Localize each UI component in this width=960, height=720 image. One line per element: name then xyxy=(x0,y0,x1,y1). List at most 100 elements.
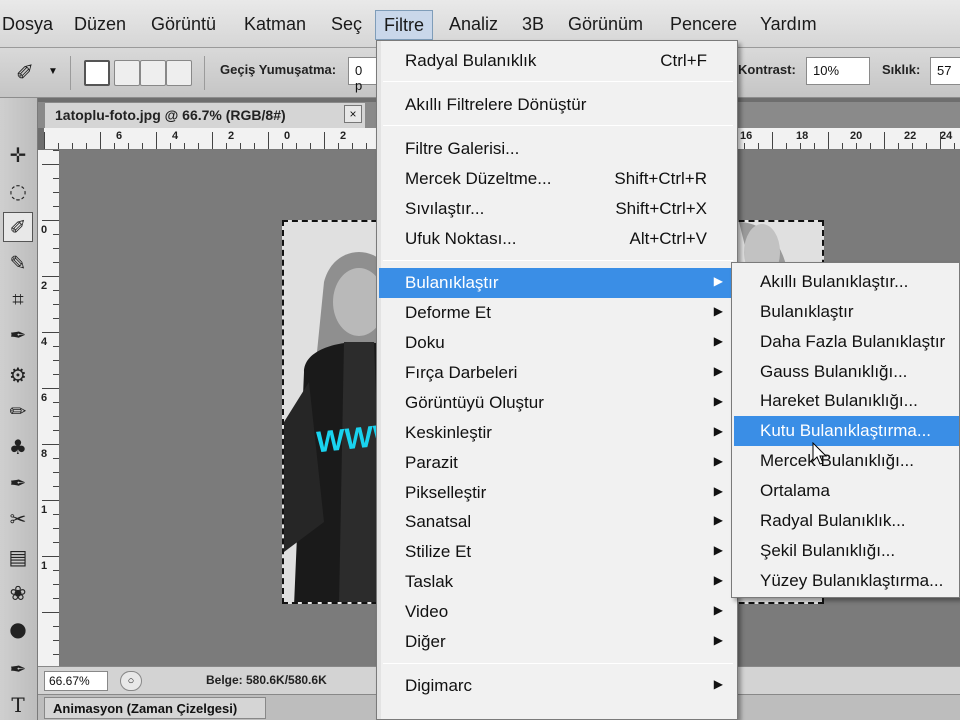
ruler-tick xyxy=(212,132,213,149)
menu-sec[interactable]: Seç xyxy=(323,10,370,40)
menu-duzen[interactable]: Düzen xyxy=(66,10,134,40)
lasso-preset-icon[interactable]: ✐ xyxy=(10,58,40,88)
menu-katman[interactable]: Katman xyxy=(236,10,314,40)
ruler-tick xyxy=(72,143,73,149)
submenu-item-bulaniklastir[interactable]: Bulanıklaştır xyxy=(734,297,959,327)
menu-item-mercek-duzeltme[interactable]: Mercek Düzeltme... Shift+Ctrl+R xyxy=(379,164,735,194)
menu-item-ufuk-noktasi[interactable]: Ufuk Noktası... Alt+Ctrl+V xyxy=(379,224,735,254)
brush-tool-icon[interactable]: ✏ xyxy=(3,396,33,426)
ruler-tick xyxy=(338,143,339,149)
feather-input[interactable]: 0 p xyxy=(348,57,378,93)
eraser-tool-icon[interactable]: ✂ xyxy=(3,504,33,534)
submenu-item-ortalama[interactable]: Ortalama xyxy=(734,476,959,506)
submenu-arrow-icon: ▶ xyxy=(713,274,723,288)
status-menu-icon[interactable]: ○ xyxy=(120,671,142,691)
menu-item-doku[interactable]: Doku ▶ xyxy=(379,328,735,358)
frequency-label: Sıklık: xyxy=(882,62,921,77)
submenu-item-radyal-bulaniklik[interactable]: Radyal Bulanıklık... xyxy=(734,506,959,536)
quick-select-tool-icon[interactable]: ✎ xyxy=(3,248,33,278)
submenu-item-akilli-bulaniklastir[interactable]: Akıllı Bulanıklaştır... xyxy=(734,267,959,297)
menu-item-parazit[interactable]: Parazit ▶ xyxy=(379,448,735,478)
animation-panel-tab[interactable]: Animasyon (Zaman Çizelgesi) xyxy=(44,697,266,719)
menu-item-digimarc[interactable]: Digimarc ▶ xyxy=(379,671,735,701)
document-tab[interactable]: 1atoplu-foto.jpg @ 66.7% (RGB/8#) xyxy=(44,102,366,128)
ruler-number: 4 xyxy=(172,130,179,142)
ruler-tick xyxy=(800,143,801,149)
ruler-tick xyxy=(156,132,157,149)
ruler-tick xyxy=(884,132,885,149)
menu-item-bulaniklastir[interactable]: Bulanıklaştır ▶ xyxy=(379,268,735,298)
menu-item-goruntuyu-olustur[interactable]: Görüntüyü Oluştur ▶ xyxy=(379,388,735,418)
menu-3b[interactable]: 3B xyxy=(514,10,552,40)
menu-item-keskinlestir[interactable]: Keskinleştir ▶ xyxy=(379,418,735,448)
contrast-input[interactable]: 10% xyxy=(806,57,870,85)
close-icon[interactable]: × xyxy=(344,105,362,123)
ruler-tick xyxy=(912,143,913,149)
ruler-tick xyxy=(744,143,745,149)
menu-dosya[interactable]: Dosya xyxy=(0,10,61,40)
menu-filtre[interactable]: Filtre xyxy=(375,10,433,40)
menu-item-radyal-bulaniklik[interactable]: Radyal Bulanıklık Ctrl+F xyxy=(379,46,735,76)
add-selection-icon[interactable] xyxy=(114,60,140,86)
menu-item-akilli-filtreler[interactable]: Akıllı Filtrelere Dönüştür xyxy=(379,90,735,120)
intersect-selection-icon[interactable] xyxy=(166,60,192,86)
menu-item-piksellestir[interactable]: Pikselleştir ▶ xyxy=(379,478,735,508)
ruler-tick xyxy=(870,143,871,149)
frequency-input[interactable]: 57 xyxy=(930,57,960,85)
ruler-tick xyxy=(170,143,171,149)
ruler-tick xyxy=(86,143,87,149)
menu-item-sivilastir[interactable]: Sıvılaştır... Shift+Ctrl+X xyxy=(379,194,735,224)
pen-tool-icon[interactable]: ✒ xyxy=(3,654,33,684)
menu-item-sanatsal[interactable]: Sanatsal ▶ xyxy=(379,507,735,537)
gradient-tool-icon[interactable]: ▤ xyxy=(3,542,33,572)
feather-label: Geçiş Yumuşatma: xyxy=(220,62,337,77)
menu-item-firca-darbeleri[interactable]: Fırça Darbeleri ▶ xyxy=(379,358,735,388)
healing-brush-tool-icon[interactable]: ⚙ xyxy=(3,360,33,390)
menu-analiz[interactable]: Analiz xyxy=(441,10,506,40)
ruler-number: 1 xyxy=(41,504,48,516)
menu-item-diger[interactable]: Diğer ▶ xyxy=(379,627,735,657)
history-brush-tool-icon[interactable]: ✒ xyxy=(3,468,33,498)
dodge-tool-icon[interactable]: ● xyxy=(3,614,33,644)
menu-item-label: Keskinleştir xyxy=(405,423,492,442)
submenu-item-hareket-bulanikligi[interactable]: Hareket Bulanıklığı... xyxy=(734,386,959,416)
menu-item-stilize-et[interactable]: Stilize Et ▶ xyxy=(379,537,735,567)
ruler-tick xyxy=(53,248,59,249)
submenu-arrow-icon: ▶ xyxy=(713,484,723,498)
menu-item-taslak[interactable]: Taslak ▶ xyxy=(379,567,735,597)
menu-gorunum[interactable]: Görünüm xyxy=(560,10,651,40)
crop-tool-icon[interactable]: ⌗ xyxy=(3,284,33,314)
menu-item-label: Doku xyxy=(405,333,445,352)
eyedropper-tool-icon[interactable]: ✒ xyxy=(3,320,33,350)
marquee-tool-icon[interactable]: ◌ xyxy=(3,176,33,206)
submenu-item-mercek-bulanikligi[interactable]: Mercek Bulanıklığı... xyxy=(734,446,959,476)
blur-tool-icon[interactable]: ❀ xyxy=(3,578,33,608)
submenu-item-gauss-bulanikligi[interactable]: Gauss Bulanıklığı... xyxy=(734,357,959,387)
menu-pencere[interactable]: Pencere xyxy=(662,10,745,40)
menu-yardim[interactable]: Yardım xyxy=(752,10,825,40)
preset-dropdown-arrow-icon[interactable]: ▼ xyxy=(48,66,58,77)
submenu-item-yuzey-bulaniklastirma[interactable]: Yüzey Bulanıklaştırma... xyxy=(734,566,959,596)
lasso-tool-icon[interactable]: ✐ xyxy=(3,212,33,242)
type-tool-icon[interactable]: T xyxy=(3,690,33,720)
subtract-selection-icon[interactable] xyxy=(140,60,166,86)
menu-goruntu[interactable]: Görüntü xyxy=(143,10,224,40)
ruler-tick xyxy=(772,132,773,149)
menu-item-filtre-galerisi[interactable]: Filtre Galerisi... xyxy=(379,134,735,164)
new-selection-icon[interactable] xyxy=(84,60,110,86)
move-tool-icon[interactable]: ✛ xyxy=(3,140,33,170)
stamp-tool-icon[interactable]: ♣ xyxy=(3,432,33,462)
menu-item-label: Stilize Et xyxy=(405,542,472,561)
zoom-field[interactable]: 66.67% xyxy=(44,671,108,691)
menu-item-shortcut: Ctrl+F xyxy=(660,51,707,70)
submenu-item-sekil-bulanikligi[interactable]: Şekil Bulanıklığı... xyxy=(734,536,959,566)
ruler-number: 6 xyxy=(116,130,123,142)
ruler-number: 20 xyxy=(850,130,863,142)
submenu-item-kutu-bulaniklastirma[interactable]: Kutu Bulanıklaştırma... xyxy=(734,416,959,446)
submenu-item-daha-fazla-bulaniklastir[interactable]: Daha Fazla Bulanıklaştır xyxy=(734,327,959,357)
ruler-tick xyxy=(324,132,325,149)
contrast-label: Kontrast: xyxy=(738,62,796,77)
menu-item-video[interactable]: Video ▶ xyxy=(379,597,735,627)
menu-item-label: Fırça Darbeleri xyxy=(405,363,518,382)
menu-item-deforme-et[interactable]: Deforme Et ▶ xyxy=(379,298,735,328)
